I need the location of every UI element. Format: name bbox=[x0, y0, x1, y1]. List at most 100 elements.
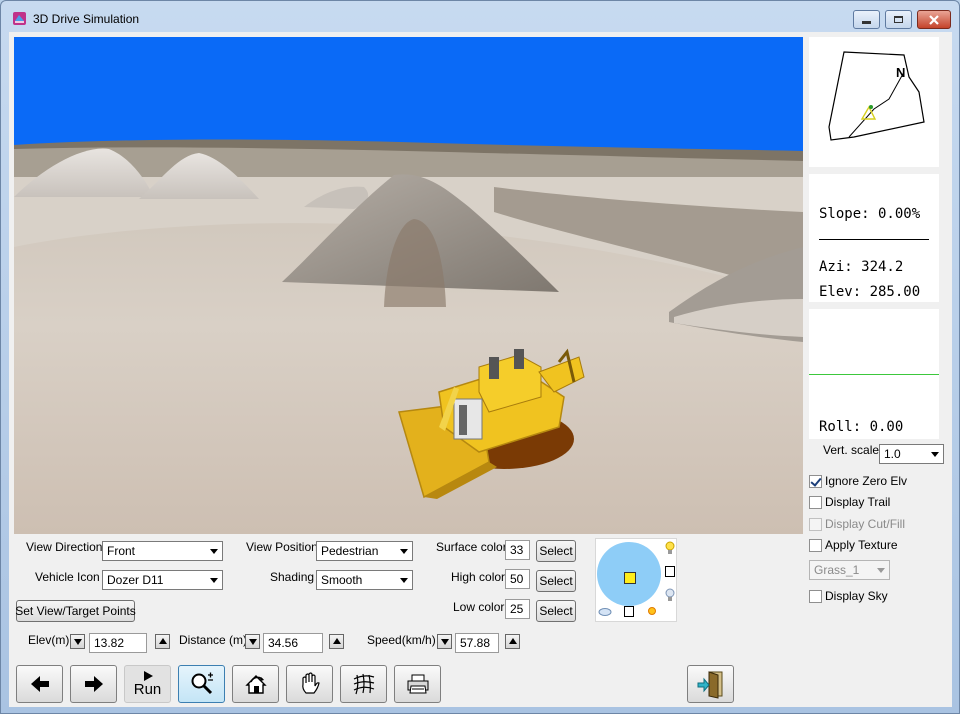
high-color-select-button[interactable]: Select bbox=[536, 570, 576, 592]
low-color-select-button[interactable]: Select bbox=[536, 600, 576, 622]
sun-icon[interactable] bbox=[646, 605, 658, 617]
roll-readout: Roll: 0.00 bbox=[819, 419, 904, 435]
vert-scale-label: Vert. scale bbox=[823, 443, 880, 457]
pan-hand-icon bbox=[301, 672, 320, 694]
wireframe-button[interactable] bbox=[340, 665, 387, 703]
display-cutfill-label: Display Cut/Fill bbox=[825, 517, 906, 531]
vehicle-icon-label: Vehicle Icon bbox=[35, 570, 100, 584]
view-position-select[interactable]: Pedestrian bbox=[316, 541, 413, 561]
cloud-icon[interactable] bbox=[597, 605, 613, 617]
divider bbox=[819, 239, 929, 240]
ambient-swatch-icon[interactable] bbox=[665, 566, 675, 577]
set-view-target-points-button[interactable]: Set View/Target Points bbox=[15, 600, 136, 622]
vert-scale-value: 1.0 bbox=[884, 447, 901, 461]
azimuth-readout: Azi: 324.2 bbox=[819, 259, 904, 275]
chevron-down-icon bbox=[877, 568, 885, 573]
minimap bbox=[828, 51, 925, 141]
north-label: N bbox=[896, 65, 906, 80]
zoom-button[interactable] bbox=[178, 665, 225, 703]
close-button[interactable] bbox=[917, 10, 951, 29]
chevron-down-icon bbox=[400, 578, 408, 583]
texture-value: Grass_1 bbox=[814, 563, 860, 577]
window-title: 3D Drive Simulation bbox=[33, 12, 140, 26]
dozer-model bbox=[398, 348, 585, 499]
elev-input[interactable]: 13.82 bbox=[89, 633, 147, 653]
display-trail-label: Display Trail bbox=[825, 495, 891, 509]
elevation-readout: Elev: 285.00 bbox=[819, 284, 921, 300]
print-icon bbox=[407, 674, 428, 694]
slope-azimuth-panel: Slope: 0.00% Azi: 324.2 Elev: 285.00 bbox=[809, 174, 939, 302]
distance-decrease-button[interactable] bbox=[245, 634, 260, 649]
main-window: 3D Drive Simulation N Slope: 0.00% Azi: … bbox=[0, 0, 960, 714]
chevron-down-icon bbox=[400, 549, 408, 554]
shadow-swatch-icon[interactable] bbox=[624, 606, 634, 617]
roll-panel: Roll: 0.00 bbox=[809, 309, 939, 439]
apply-texture-label: Apply Texture bbox=[825, 538, 898, 552]
rotate-view-button[interactable] bbox=[232, 665, 279, 703]
lighting-control[interactable] bbox=[595, 538, 677, 622]
chevron-down-icon bbox=[210, 578, 218, 583]
speed-input[interactable]: 57.88 bbox=[455, 633, 499, 653]
view-direction-label: View Direction bbox=[26, 540, 103, 554]
lightbulb-off-icon[interactable] bbox=[663, 587, 677, 603]
view-direction-value: Front bbox=[107, 544, 136, 558]
distance-input[interactable]: 34.56 bbox=[263, 633, 323, 653]
minimap-panel[interactable]: N bbox=[809, 37, 939, 167]
maximize-button[interactable] bbox=[885, 10, 912, 29]
shading-label: Shading bbox=[270, 570, 315, 584]
display-sky-label: Display Sky bbox=[825, 589, 888, 603]
surface-color-select-button[interactable]: Select bbox=[536, 540, 576, 562]
client-area: N Slope: 0.00% Azi: 324.2 Elev: 285.00 R… bbox=[9, 32, 952, 707]
forward-button[interactable] bbox=[70, 665, 117, 703]
arrow-right-icon bbox=[84, 676, 103, 692]
shading-select[interactable]: Smooth bbox=[316, 570, 413, 590]
view-direction-select[interactable]: Front bbox=[102, 541, 223, 561]
distance-label: Distance (m) bbox=[179, 633, 248, 647]
chevron-down-icon bbox=[210, 549, 218, 554]
vehicle-icon-select[interactable]: Dozer D11 bbox=[102, 570, 223, 590]
high-color-input[interactable]: 50 bbox=[505, 569, 530, 589]
roll-horizon-line bbox=[809, 374, 939, 375]
low-color-label: Low color bbox=[453, 600, 505, 614]
minimize-icon bbox=[862, 21, 871, 24]
speed-increase-button[interactable] bbox=[505, 634, 520, 649]
elev-increase-button[interactable] bbox=[155, 634, 170, 649]
rotate-view-icon bbox=[244, 675, 267, 694]
speed-label: Speed(km/h) bbox=[367, 633, 436, 647]
chevron-down-icon bbox=[931, 452, 939, 457]
vehicle-icon-value: Dozer D11 bbox=[107, 573, 164, 587]
exit-button[interactable] bbox=[687, 665, 734, 703]
ignore-zero-elv-checkbox[interactable] bbox=[809, 475, 822, 488]
view-position-value: Pedestrian bbox=[321, 544, 379, 558]
print-button[interactable] bbox=[394, 665, 441, 703]
pan-button[interactable] bbox=[286, 665, 333, 703]
minimize-button[interactable] bbox=[853, 10, 880, 29]
wireframe-icon bbox=[353, 673, 374, 695]
title-bar[interactable]: 3D Drive Simulation bbox=[1, 1, 959, 35]
run-label: Run bbox=[133, 681, 162, 698]
distance-increase-button[interactable] bbox=[329, 634, 344, 649]
light-position-handle[interactable] bbox=[624, 572, 636, 584]
run-button[interactable]: Run bbox=[124, 665, 171, 703]
surface-color-input[interactable]: 33 bbox=[505, 540, 530, 560]
3d-viewport[interactable] bbox=[14, 37, 803, 534]
low-color-input[interactable]: 25 bbox=[505, 599, 530, 619]
lightbulb-on-icon[interactable] bbox=[663, 540, 677, 556]
close-icon bbox=[929, 14, 939, 25]
apply-texture-checkbox[interactable] bbox=[809, 539, 822, 552]
zoom-icon bbox=[191, 672, 213, 695]
speed-decrease-button[interactable] bbox=[437, 634, 452, 649]
display-trail-checkbox[interactable] bbox=[809, 496, 822, 509]
elev-label: Elev(m) bbox=[28, 633, 70, 647]
app-icon bbox=[13, 12, 26, 25]
back-button[interactable] bbox=[16, 665, 63, 703]
shading-value: Smooth bbox=[321, 573, 363, 587]
display-sky-checkbox[interactable] bbox=[809, 590, 822, 603]
texture-select: Grass_1 bbox=[809, 560, 890, 580]
high-color-label: High color bbox=[451, 570, 506, 584]
slope-readout: Slope: 0.00% bbox=[819, 206, 921, 222]
elev-decrease-button[interactable] bbox=[70, 634, 85, 649]
vert-scale-select[interactable]: 1.0 bbox=[879, 444, 944, 464]
display-cutfill-checkbox bbox=[809, 518, 822, 531]
view-position-label: View Position bbox=[246, 540, 318, 554]
